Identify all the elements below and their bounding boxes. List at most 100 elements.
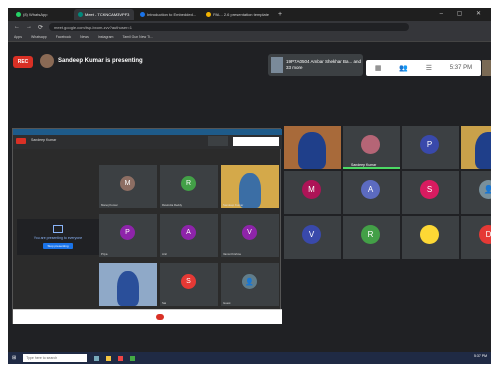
task-view-icon[interactable] — [94, 355, 100, 361]
grid-icon[interactable]: ▦ — [375, 64, 382, 72]
participant-name: Anil — [162, 252, 167, 256]
avatar: D — [479, 225, 491, 244]
stop-presenting-button[interactable]: Stop presenting — [43, 243, 73, 249]
participant-tile[interactable] — [402, 216, 459, 259]
presenter-label: Sandeep Kumar is presenting — [58, 58, 143, 64]
tab-label: Introduction to Embedded... — [147, 12, 197, 17]
tab-label: (8) WhatsApp — [23, 12, 48, 17]
shared-participant-tile — [99, 263, 157, 306]
participant-tile[interactable]: A — [343, 171, 400, 214]
bookmark-item[interactable]: Instagram — [98, 35, 114, 39]
participant-tile[interactable]: D — [461, 216, 491, 259]
shared-presenter-name: Sandeep Kumar — [31, 138, 57, 142]
shared-participant-tile: 👤 Guest — [221, 263, 279, 306]
participant-chip-label: 19P7A0504 Ambar Shekhar Ba... and 33 mor… — [286, 59, 362, 70]
self-view-thumbnail — [482, 60, 491, 76]
shared-bottom-bar — [13, 309, 282, 324]
avatar: V — [242, 225, 257, 240]
participant-video — [284, 126, 341, 169]
avatar: S — [181, 274, 196, 289]
shared-toolbar — [233, 137, 279, 146]
bookmarks-bar: Apps Whatsapp Facebook News Instagram Tamil G… — [8, 33, 491, 42]
avatar: V — [302, 225, 321, 244]
shared-recording-badge — [16, 138, 26, 144]
url-text: meet.google.com/tsp-bxom-zvv?authuser=1 — [54, 24, 132, 30]
file-explorer-icon[interactable] — [106, 355, 112, 361]
browser-tab-bar: (8) WhatsApp Meet - TCKNCAM3VPF3 Introduct… — [8, 8, 491, 21]
screen-share-icon — [53, 225, 63, 233]
shared-participant-chip — [208, 136, 228, 146]
bookmark-item[interactable]: Whatsapp — [31, 35, 47, 39]
participant-tile[interactable]: 👤 — [461, 171, 491, 214]
participant-figure — [475, 132, 491, 169]
participant-tile[interactable]: S — [402, 171, 459, 214]
participant-video — [221, 165, 279, 208]
url-field[interactable]: meet.google.com/tsp-bxom-zvv?authuser=1 — [49, 23, 410, 31]
window-controls[interactable]: – ▢ ✕ — [440, 10, 487, 17]
avatar — [420, 225, 439, 244]
chat-icon[interactable]: ☰ — [426, 64, 432, 72]
avatar: P — [420, 135, 439, 154]
chrome-icon[interactable] — [118, 355, 124, 361]
tab-label: PAL - 2.6 presentation template — [213, 12, 269, 17]
presenting-notice: You are presenting to everyone Stop pres… — [17, 219, 99, 255]
shared-participant-tile: P Priya — [99, 214, 157, 257]
avatar: P — [120, 225, 135, 240]
screenshot-frame: (8) WhatsApp Meet - TCKNCAM3VPF3 Introduct… — [8, 8, 491, 364]
bookmark-item[interactable]: Facebook — [56, 35, 71, 39]
bookmark-item[interactable]: Tamil Gun New Ti... — [122, 35, 152, 39]
participant-name: Sai — [162, 301, 167, 305]
taskbar-search-field[interactable]: Type here to search — [23, 354, 88, 362]
reload-icon[interactable]: ⟳ — [38, 24, 43, 31]
shared-participant-tile: M Manoj Kumar — [99, 165, 157, 208]
avatar: M — [302, 180, 321, 199]
forward-icon[interactable]: → — [26, 24, 32, 30]
browser-tab[interactable]: Introduction to Embedded... — [136, 9, 200, 20]
tab-label: Meet - TCKNCAM3VPF3 — [85, 12, 130, 17]
avatar: 👤 — [479, 180, 491, 199]
participant-name: Manoj Kumar — [101, 203, 118, 207]
shared-participant-tile: R Ravindra Reddy — [160, 165, 218, 208]
taskbar-search-placeholder: Type here to search — [26, 356, 58, 360]
shared-participant-grid: M Manoj Kumar R Ravindra Reddy Sandeep Kumar… — [99, 165, 279, 315]
participant-video — [461, 126, 491, 169]
participant-tile[interactable]: P — [402, 126, 459, 169]
participant-tile[interactable]: R — [343, 216, 400, 259]
avatar: R — [181, 176, 196, 191]
participant-tile[interactable]: V — [284, 216, 341, 259]
participant-thumbnail — [271, 57, 283, 73]
bookmark-item[interactable]: News — [80, 35, 89, 39]
windows-taskbar: ⊞ Type here to search 5:37 PM — [8, 352, 491, 364]
avatar — [40, 54, 54, 68]
participant-name: Sandeep Kumar — [223, 203, 244, 207]
presenting-notice-text: You are presenting to everyone — [33, 236, 83, 240]
participant-figure — [117, 271, 139, 306]
avatar: M — [120, 176, 135, 191]
avatar: A — [361, 180, 380, 199]
back-icon[interactable]: ← — [14, 24, 20, 30]
tab-favicon-icon — [206, 12, 212, 17]
browser-tab[interactable]: Meet - TCKNCAM3VPF3 — [74, 9, 134, 20]
participant-name: Guest — [223, 301, 231, 305]
app-icon[interactable] — [130, 355, 136, 361]
browser-tab[interactable]: PAL - 2.6 presentation template — [202, 9, 273, 20]
avatar: R — [361, 225, 380, 244]
bookmark-item[interactable]: Apps — [14, 35, 22, 39]
new-tab-button[interactable]: + — [278, 11, 282, 18]
participant-video — [99, 263, 157, 306]
participant-name: Ravindra Reddy — [162, 203, 183, 207]
browser-tab[interactable]: (8) WhatsApp — [12, 9, 72, 20]
participant-tile[interactable] — [284, 126, 341, 169]
participant-tile[interactable]: M — [284, 171, 341, 214]
avatar — [361, 135, 380, 154]
participant-tile[interactable]: Sandeep Kumar — [343, 126, 400, 169]
people-icon[interactable]: 👥 — [399, 64, 408, 72]
shared-screen: Sandeep Kumar You are presenting to ever… — [12, 128, 282, 324]
participant-chip[interactable]: 19P7A0504 Ambar Shekhar Ba... and 33 mor… — [268, 54, 363, 76]
recording-badge: REC — [13, 56, 33, 68]
address-bar-row: ← → ⟳ meet.google.com/tsp-bxom-zvv?authu… — [8, 21, 491, 33]
active-speaker-indicator — [343, 167, 400, 169]
avatar: S — [420, 180, 439, 199]
windows-start-icon[interactable]: ⊞ — [12, 355, 16, 361]
participant-tile[interactable] — [461, 126, 491, 169]
